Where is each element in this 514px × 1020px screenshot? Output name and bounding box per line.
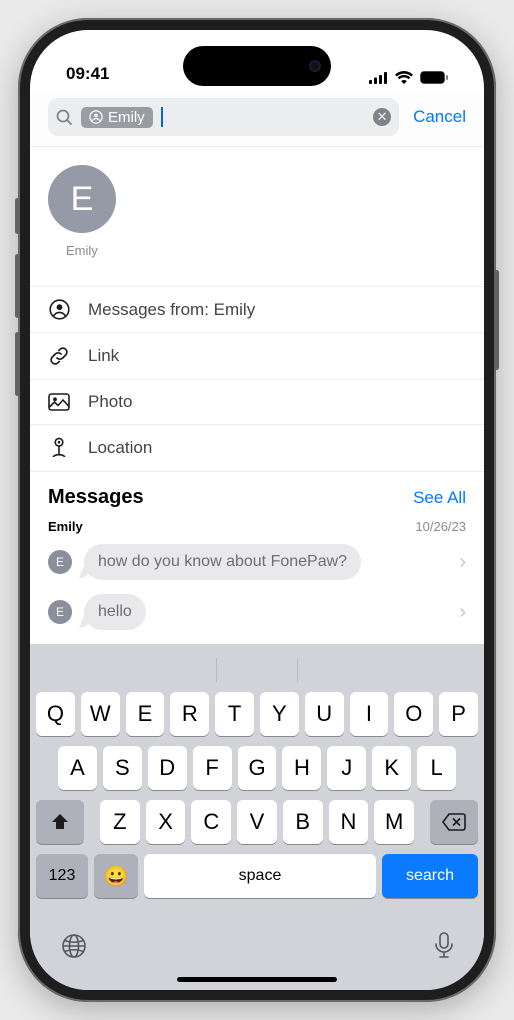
contact-avatar[interactable]: E (48, 165, 116, 233)
key-x[interactable]: X (146, 800, 186, 844)
filter-label: Photo (88, 392, 132, 412)
keyboard: QWERTYUIOP ASDFGHJKL ZXCVBNM 123 😀 space… (30, 644, 484, 916)
filter-list: Messages from: Emily Link Photo (30, 286, 484, 472)
delete-key[interactable] (430, 800, 478, 844)
globe-icon[interactable] (60, 932, 88, 960)
key-d[interactable]: D (148, 746, 187, 790)
contact-name: Emily (66, 243, 466, 258)
wifi-icon (395, 71, 413, 84)
key-m[interactable]: M (374, 800, 414, 844)
filter-label: Messages from: Emily (88, 300, 255, 320)
search-row: Emily ✕ Cancel (30, 92, 484, 147)
key-n[interactable]: N (329, 800, 369, 844)
key-q[interactable]: Q (36, 692, 75, 736)
content-area: E Emily Messages from: Emily Link (30, 147, 484, 644)
photo-icon (48, 393, 70, 411)
key-u[interactable]: U (305, 692, 344, 736)
key-c[interactable]: C (191, 800, 231, 844)
key-p[interactable]: P (439, 692, 478, 736)
search-key[interactable]: search (382, 854, 478, 898)
status-time: 09:41 (66, 64, 109, 84)
mic-icon[interactable] (434, 932, 454, 960)
link-icon (48, 345, 70, 367)
section-title: Messages (48, 486, 144, 509)
cancel-button[interactable]: Cancel (413, 107, 466, 127)
keyboard-footer (30, 916, 484, 968)
key-i[interactable]: I (350, 692, 389, 736)
filter-messages-from[interactable]: Messages from: Emily (30, 286, 484, 332)
search-token-text: Emily (108, 109, 145, 126)
message-avatar: E (48, 600, 72, 624)
key-y[interactable]: Y (260, 692, 299, 736)
message-avatar: E (48, 550, 72, 574)
message-result[interactable]: E how do you know about FonePaw? › (30, 540, 484, 590)
keyboard-row-1: QWERTYUIOP (36, 692, 478, 736)
chevron-right-icon: › (459, 551, 466, 574)
key-g[interactable]: G (238, 746, 277, 790)
person-circle-icon (48, 299, 70, 320)
key-r[interactable]: R (170, 692, 209, 736)
chevron-right-icon: › (459, 601, 466, 624)
keyboard-row-2: ASDFGHJKL (36, 746, 478, 790)
see-all-button[interactable]: See All (413, 488, 466, 508)
key-f[interactable]: F (193, 746, 232, 790)
filter-photo[interactable]: Photo (30, 379, 484, 424)
filter-label: Location (88, 438, 152, 458)
key-b[interactable]: B (283, 800, 323, 844)
keyboard-row-3: ZXCVBNM (36, 800, 478, 844)
key-a[interactable]: A (58, 746, 97, 790)
emoji-key[interactable]: 😀 (94, 854, 138, 898)
cellular-icon (369, 72, 388, 84)
clear-search-button[interactable]: ✕ (373, 108, 391, 126)
thread-name: Emily (48, 519, 83, 534)
screen: 09:41 Emily (30, 30, 484, 990)
space-key[interactable]: space (144, 854, 376, 898)
filter-label: Link (88, 346, 119, 366)
key-l[interactable]: L (417, 746, 456, 790)
key-j[interactable]: J (327, 746, 366, 790)
search-input[interactable]: Emily ✕ (48, 98, 399, 136)
battery-icon (420, 71, 448, 84)
location-pin-icon (48, 437, 70, 459)
key-e[interactable]: E (126, 692, 165, 736)
thread-date: 10/26/23 (415, 519, 466, 534)
filter-link[interactable]: Link (30, 332, 484, 379)
keyboard-suggestion-bar[interactable] (36, 654, 478, 686)
key-o[interactable]: O (394, 692, 433, 736)
switch-key[interactable]: 123 (36, 854, 88, 898)
home-indicator[interactable] (30, 968, 484, 990)
shift-key[interactable] (36, 800, 84, 844)
filter-location[interactable]: Location (30, 424, 484, 472)
message-result[interactable]: E hello › (30, 590, 484, 640)
key-z[interactable]: Z (100, 800, 140, 844)
key-v[interactable]: V (237, 800, 277, 844)
search-token[interactable]: Emily (81, 107, 153, 128)
phone-frame: 09:41 Emily (18, 18, 496, 1002)
message-bubble: hello (84, 594, 146, 630)
key-h[interactable]: H (282, 746, 321, 790)
key-t[interactable]: T (215, 692, 254, 736)
text-cursor (161, 107, 163, 127)
search-icon (56, 109, 73, 126)
key-k[interactable]: K (372, 746, 411, 790)
key-w[interactable]: W (81, 692, 120, 736)
dynamic-island (183, 46, 331, 86)
message-bubble: how do you know about FonePaw? (84, 544, 361, 580)
key-s[interactable]: S (103, 746, 142, 790)
